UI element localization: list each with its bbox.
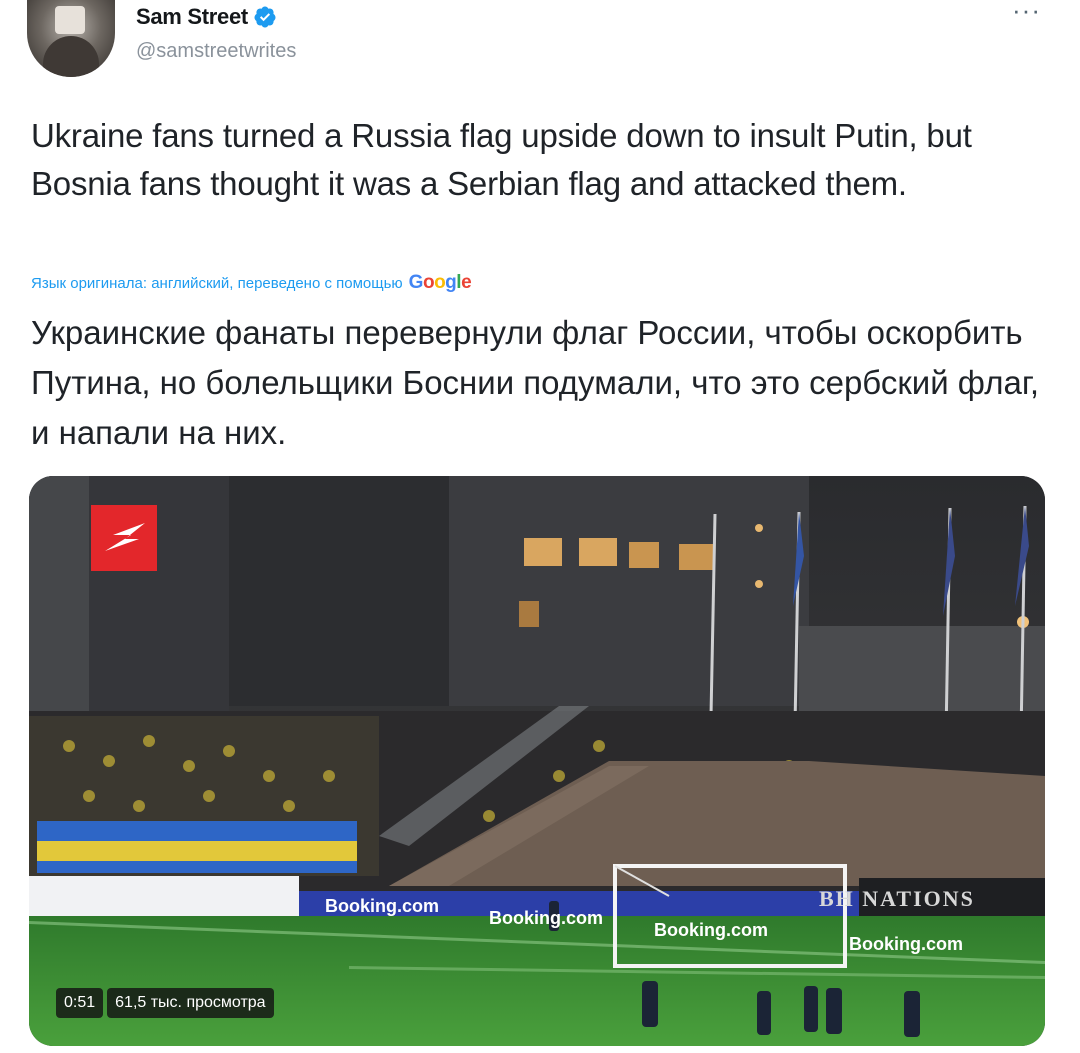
user-handle[interactable]: @samstreetwrites — [136, 40, 296, 63]
translated-text: Украинские фанаты перевернули флаг Росси… — [31, 314, 1040, 451]
more-options-icon[interactable]: ··· — [1012, 0, 1041, 23]
avatar[interactable] — [27, 0, 115, 77]
video-frame — [29, 476, 1045, 1046]
ad-board-3: Booking.com — [654, 920, 769, 940]
video-duration: 0:51 — [56, 988, 104, 1018]
verified-badge-icon — [254, 6, 276, 28]
ad-board-4: Booking.com — [849, 934, 964, 954]
video-views: 61,5 тыс. просмотра — [107, 988, 274, 1018]
tweet-card: Sam Street @samstreetwrites ··· Ukraine … — [0, 0, 1080, 1053]
nations-banner: BH NATIONS — [819, 886, 975, 911]
name-row: Sam Street — [136, 4, 277, 30]
google-logo: Google — [408, 272, 472, 293]
translation-note[interactable]: Язык оригинала: английский, переведено с… — [31, 272, 472, 294]
avatar-face — [55, 6, 85, 34]
tweet-text: Ukraine fans turned a Russia flag upside… — [31, 117, 972, 202]
ad-board-1: Booking.com — [325, 896, 440, 916]
display-name[interactable]: Sam Street — [136, 4, 248, 30]
video-player[interactable]: Booking.com Booking.com Booking.com Book… — [29, 476, 1045, 1046]
video-badge: 0:51 61,5 тыс. просмотра — [56, 988, 274, 1018]
avatar-body — [43, 36, 99, 77]
broadcaster-logo-icon — [91, 505, 157, 571]
ad-board-2: Booking.com — [489, 908, 604, 928]
translation-note-text: Язык оригинала: английский, переведено с… — [31, 274, 403, 292]
